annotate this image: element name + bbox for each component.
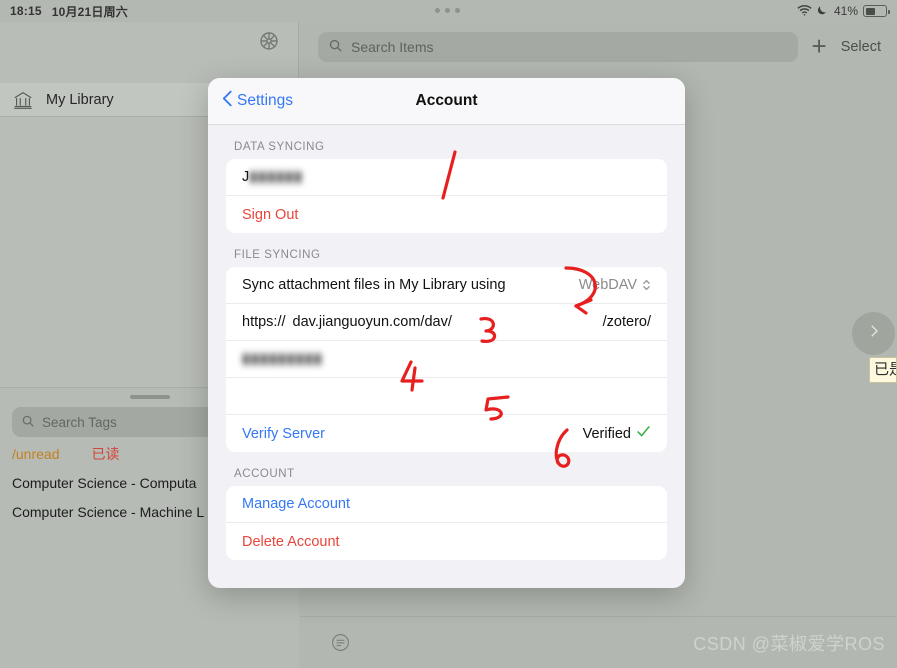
modal-body: DATA SYNCING J ▮▮▮▮▮▮ Sign Out FILE SYNCI… [208, 125, 685, 572]
chevron-updown-icon [642, 278, 651, 292]
tag-search-placeholder: Search Tags [42, 414, 117, 430]
webdav-username-row[interactable]: ▮▮▮▮▮▮▮▮▮ [226, 341, 667, 378]
tag-unread[interactable]: /unread [12, 446, 59, 462]
section-header-account: ACCOUNT [234, 468, 295, 480]
webdav-url-row[interactable]: https:// dav.jianguoyun.com/dav/ /zotero… [226, 304, 667, 341]
webdav-username-blurred: ▮▮▮▮▮▮▮▮▮ [242, 351, 323, 367]
webdav-url-input[interactable]: dav.jianguoyun.com/dav/ [293, 314, 603, 330]
account-settings-modal: Settings Account DATA SYNCING J ▮▮▮▮▮▮ Si… [208, 78, 685, 588]
chevron-right-icon [865, 322, 883, 345]
next-page-button[interactable] [852, 312, 895, 355]
modal-navbar: Settings Account [208, 78, 685, 125]
status-badge: 已是 [869, 357, 897, 383]
check-icon [636, 424, 651, 444]
verify-status: Verified [583, 424, 651, 444]
section-header-data-syncing: DATA SYNCING [234, 141, 325, 153]
select-button[interactable]: Select [841, 39, 881, 55]
account-username-blurred: ▮▮▮▮▮▮ [249, 169, 304, 185]
sync-method-picker[interactable]: WebDAV [579, 277, 651, 293]
add-item-button[interactable]: + [812, 33, 827, 62]
tag-read[interactable]: 已读 [91, 446, 119, 462]
delete-account-row[interactable]: Delete Account [226, 523, 667, 560]
back-button[interactable]: Settings [222, 90, 293, 112]
three-dots-handle[interactable] [435, 8, 460, 13]
sidebar-item-label: My Library [46, 91, 114, 108]
chevron-left-icon [222, 90, 233, 112]
sync-method-row[interactable]: Sync attachment files in My Library usin… [226, 267, 667, 304]
sign-out-label: Sign Out [242, 206, 299, 223]
sync-method-value: WebDAV [578, 277, 637, 293]
webdav-url-suffix: /zotero/ [602, 314, 651, 330]
webdav-password-row[interactable] [226, 378, 667, 415]
verify-status-label: Verified [582, 425, 631, 442]
sync-method-label: Sync attachment files in My Library usin… [242, 277, 506, 293]
verify-server-row[interactable]: Verify Server Verified [226, 415, 667, 452]
delete-account-label: Delete Account [242, 533, 340, 550]
data-syncing-card: J ▮▮▮▮▮▮ Sign Out [226, 159, 667, 233]
wifi-icon [797, 4, 812, 19]
screen-root: My Library Search Tags /unread 已读 Comput… [0, 0, 897, 668]
webdav-url-prefix: https:// [242, 314, 286, 330]
gear-icon[interactable] [254, 26, 284, 56]
moon-icon [817, 4, 829, 19]
battery-icon [863, 5, 890, 17]
search-icon [328, 38, 343, 56]
verify-server-label: Verify Server [242, 425, 325, 442]
search-icon [21, 414, 35, 431]
search-input[interactable]: Search Items [318, 32, 798, 62]
account-card: Manage Account Delete Account [226, 486, 667, 560]
list-lines-icon[interactable] [330, 632, 351, 653]
file-syncing-card: Sync attachment files in My Library usin… [226, 267, 667, 452]
status-date: 10月21日周六 [51, 4, 128, 19]
sidebar-toolbar [0, 22, 298, 77]
sign-out-row[interactable]: Sign Out [226, 196, 667, 233]
account-username-label: J [242, 169, 250, 185]
search-placeholder: Search Items [351, 39, 434, 55]
account-username-row[interactable]: J ▮▮▮▮▮▮ [226, 159, 667, 196]
manage-account-label: Manage Account [242, 496, 351, 512]
library-building-icon [12, 89, 34, 111]
section-header-file-syncing: FILE SYNCING [234, 249, 321, 261]
panel-drag-handle[interactable] [129, 395, 170, 399]
items-toolbar: Search Items + Select [300, 22, 897, 72]
manage-account-row[interactable]: Manage Account [226, 486, 667, 523]
back-button-label: Settings [237, 92, 294, 109]
status-time: 18:15 [10, 4, 42, 18]
battery-percent: 41% [833, 4, 858, 18]
watermark: CSDN @菜椒爱学ROS [693, 634, 885, 654]
